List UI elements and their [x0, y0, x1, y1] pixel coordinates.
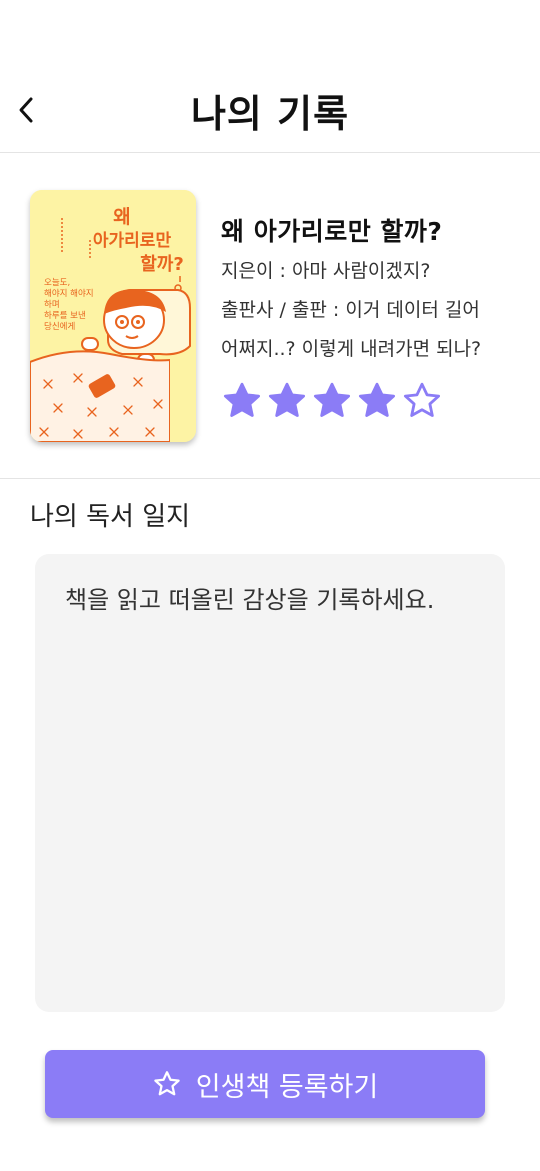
star-filled-icon[interactable]	[221, 380, 263, 422]
book-cover-image: 왜 아가리로만 할까? 오늘도, 해야지 해야지 하며 하루를 보낸 당신에게	[30, 190, 196, 442]
journal-textarea[interactable]	[35, 554, 505, 1012]
star-rating[interactable]	[221, 380, 443, 422]
cover-blurb-4: 하루를 보낸	[44, 310, 86, 321]
book-info: 왜 아가리로만 할까? 지은이 : 아마 사람이겠지? 출판사 / 출판 : 이…	[221, 212, 521, 369]
star-outline-icon	[154, 1071, 180, 1096]
book-cover-illustration: 왜 아가리로만 할까? 오늘도, 해야지 해야지 하며 하루를 보낸 당신에게	[30, 190, 196, 442]
section-divider	[0, 478, 540, 479]
cover-title-line1: 왜	[113, 206, 130, 228]
cover-blurb-3: 하며	[44, 299, 60, 310]
cover-title-line2: 아가리로만	[93, 231, 172, 251]
cover-blurb-2: 해야지 해야지	[44, 288, 94, 299]
journal-box	[35, 554, 505, 1012]
register-button-label: 인생책 등록하기	[195, 1071, 379, 1103]
star-filled-icon[interactable]	[311, 380, 353, 422]
cover-blurb-1: 오늘도,	[44, 278, 70, 288]
author-label: 지은이 :	[221, 260, 286, 282]
author-line: 지은이 : 아마 사람이겠지?	[221, 252, 521, 291]
journal-heading: 나의 독서 일지	[30, 502, 191, 532]
register-life-book-button[interactable]: 인생책 등록하기	[45, 1050, 485, 1118]
reading-record-screen: 나의 기록 왜 아가리로만 할까? 오늘도, 해야지 해야지 하며 하루를 보낸…	[0, 0, 540, 1171]
publisher-line-continued: 어쩌지..? 이렇게 내려가면 되나?	[221, 338, 482, 360]
star-empty-icon[interactable]	[401, 380, 443, 422]
header: 나의 기록	[0, 78, 540, 152]
star-filled-icon[interactable]	[266, 380, 308, 422]
page-title: 나의 기록	[190, 92, 350, 136]
cover-title-line3: 할까?	[140, 253, 184, 275]
book-title: 왜 아가리로만 할까?	[221, 217, 443, 246]
star-filled-icon[interactable]	[356, 380, 398, 422]
publisher-value: 이거 데이터 길어	[345, 299, 480, 321]
publisher-line: 출판사 / 출판 : 이거 데이터 길어	[221, 291, 521, 330]
cover-blurb-5: 당신에게	[44, 321, 75, 332]
header-divider	[0, 152, 540, 153]
author-value: 아마 사람이겠지?	[291, 260, 431, 282]
publisher-label: 출판사 / 출판 :	[221, 299, 340, 321]
